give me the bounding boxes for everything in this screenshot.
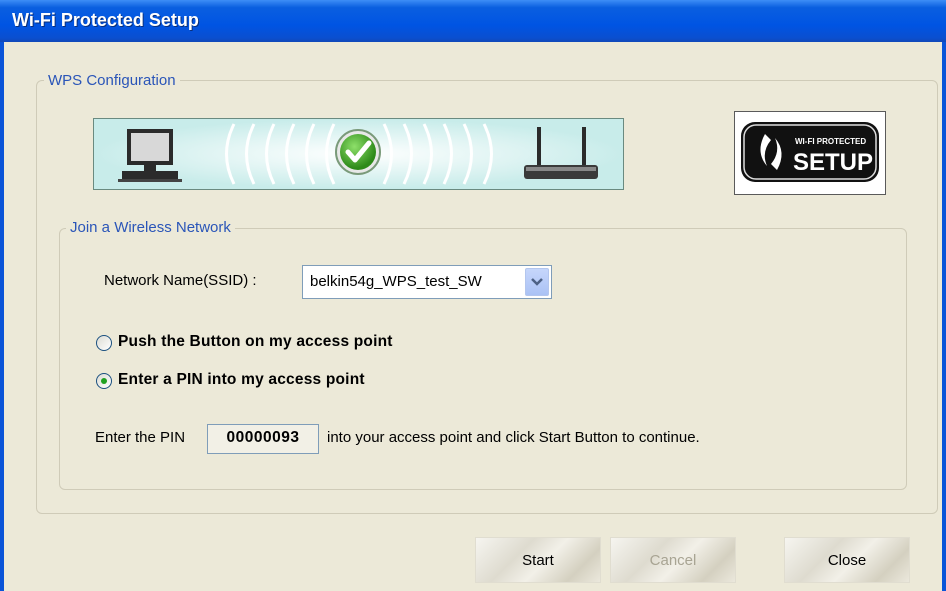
- title-bar[interactable]: Wi-Fi Protected Setup: [0, 0, 946, 42]
- wps-configuration-label: WPS Configuration: [44, 72, 180, 89]
- enter-pin-radio[interactable]: [96, 373, 112, 389]
- wps-logo: WI-FI PROTECTED SETUP: [734, 111, 886, 195]
- pin-value: 00000093: [226, 429, 300, 446]
- network-name-value: belkin54g_WPS_test_SW: [310, 273, 482, 290]
- cancel-button[interactable]: Cancel: [610, 537, 736, 583]
- radio-selected-dot: [101, 378, 107, 384]
- computer-icon: [118, 129, 182, 182]
- push-button-label[interactable]: Push the Button on my access point: [118, 333, 393, 351]
- svg-text:SETUP: SETUP: [793, 149, 873, 176]
- dropdown-button[interactable]: [525, 268, 549, 296]
- network-name-label: Network Name(SSID) :: [104, 272, 257, 289]
- window-border-right: [942, 42, 946, 591]
- wps-logo-icon: WI-FI PROTECTED SETUP: [741, 122, 879, 182]
- wps-dialog: Wi-Fi Protected Setup WPS Configuration: [0, 0, 946, 591]
- enter-pin-label[interactable]: Enter a PIN into my access point: [118, 371, 365, 389]
- chevron-down-icon: [531, 278, 543, 286]
- pin-suffix-text: into your access point and click Start B…: [327, 429, 700, 446]
- join-network-label: Join a Wireless Network: [66, 219, 235, 236]
- window-title: Wi-Fi Protected Setup: [12, 10, 199, 30]
- pin-prefix-text: Enter the PIN: [95, 429, 186, 446]
- start-button[interactable]: Start: [475, 537, 601, 583]
- connection-banner: [93, 118, 624, 190]
- connection-illustration: [94, 119, 623, 189]
- check-icon: [335, 129, 381, 175]
- close-button[interactable]: Close: [784, 537, 910, 583]
- push-button-radio[interactable]: [96, 335, 112, 351]
- window-border-left: [0, 42, 4, 591]
- pin-field: 00000093: [207, 424, 319, 454]
- network-name-select[interactable]: belkin54g_WPS_test_SW: [302, 265, 552, 299]
- svg-text:WI-FI PROTECTED: WI-FI PROTECTED: [795, 137, 866, 146]
